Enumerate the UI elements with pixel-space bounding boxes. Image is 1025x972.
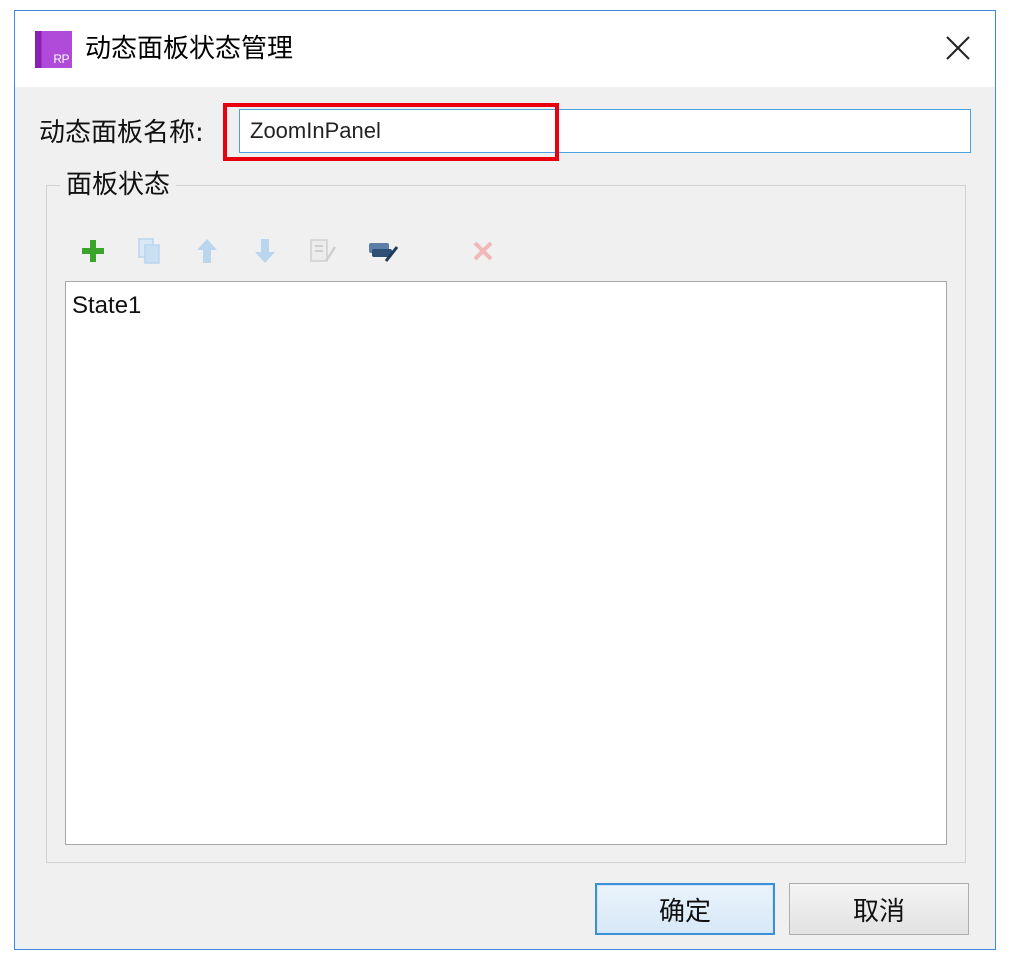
close-icon xyxy=(946,36,970,60)
add-icon xyxy=(82,240,104,262)
move-down-button[interactable] xyxy=(247,231,283,271)
edit-all-states-icon xyxy=(369,243,399,262)
add-state-button[interactable] xyxy=(75,231,111,271)
edit-state-button[interactable] xyxy=(305,231,341,271)
delete-icon xyxy=(473,241,493,261)
move-up-button[interactable] xyxy=(189,231,225,271)
duplicate-state-button[interactable] xyxy=(131,231,167,271)
close-button[interactable] xyxy=(935,27,981,69)
panel-name-label: 动态面板名称: xyxy=(39,118,204,148)
state-list-item[interactable]: State1 xyxy=(72,292,141,320)
ok-button[interactable]: 确定 xyxy=(595,883,775,935)
title-bar: RP 动态面板状态管理 xyxy=(15,11,995,87)
window-title: 动态面板状态管理 xyxy=(85,34,294,64)
move-up-icon xyxy=(197,239,217,263)
move-down-icon xyxy=(255,239,275,263)
edit-state-icon xyxy=(310,239,337,262)
dialog-window: RP 动态面板状态管理 动态面板名称: 面板状态 xyxy=(14,10,996,950)
app-icon-label: RP xyxy=(53,52,69,66)
app-icon: RP xyxy=(35,31,72,68)
edit-all-states-button[interactable] xyxy=(365,231,401,271)
cancel-button[interactable]: 取消 xyxy=(789,883,969,935)
panel-name-input[interactable] xyxy=(239,109,971,153)
duplicate-icon xyxy=(138,238,160,264)
delete-state-button[interactable] xyxy=(465,231,501,271)
states-list[interactable]: State1 xyxy=(65,281,947,845)
states-group-legend: 面板状态 xyxy=(60,169,177,201)
